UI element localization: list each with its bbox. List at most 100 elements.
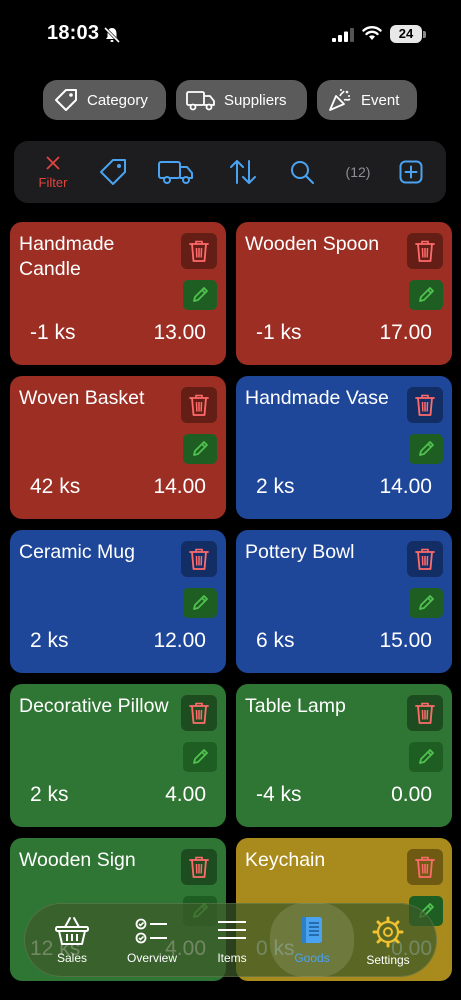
item-quantity: 2 ks xyxy=(256,475,295,498)
item-price: 17.00 xyxy=(379,321,432,344)
item-name: Handmade Vase xyxy=(245,387,389,409)
wifi-icon xyxy=(362,26,382,40)
delete-item-button[interactable] xyxy=(407,541,443,577)
delete-item-button[interactable] xyxy=(181,387,217,423)
list-icon xyxy=(218,921,246,939)
filter-chips: Category Suppliers Event xyxy=(0,80,461,122)
item-name: Table Lamp xyxy=(245,695,346,717)
item-quantity: -4 ks xyxy=(256,783,302,806)
pencil-icon xyxy=(193,749,208,764)
add-item-button[interactable] xyxy=(398,141,424,203)
search-button[interactable] xyxy=(288,141,316,203)
tab-settings-label: Settings xyxy=(366,953,410,967)
item-card[interactable]: Ceramic Mug 2 ks 12.00 xyxy=(10,530,226,673)
filter-button[interactable]: Filter xyxy=(36,141,70,203)
edit-item-button[interactable] xyxy=(183,280,217,310)
search-icon xyxy=(291,161,314,184)
pencil-icon xyxy=(419,749,434,764)
edit-item-button[interactable] xyxy=(409,742,443,772)
delete-item-button[interactable] xyxy=(407,233,443,269)
item-name: Wooden Sign xyxy=(19,849,136,871)
sort-button[interactable] xyxy=(227,141,259,203)
edit-item-button[interactable] xyxy=(409,280,443,310)
trash-icon xyxy=(415,548,435,570)
event-chip[interactable]: Event xyxy=(317,80,417,120)
item-name: Pottery Bowl xyxy=(245,541,355,563)
item-quantity: -1 ks xyxy=(256,321,302,344)
delete-item-button[interactable] xyxy=(407,849,443,885)
supplier-filter-button[interactable] xyxy=(157,141,195,203)
category-chip[interactable]: Category xyxy=(43,80,166,120)
edit-item-button[interactable] xyxy=(183,742,217,772)
edit-item-button[interactable] xyxy=(409,434,443,464)
basket-icon xyxy=(55,917,89,945)
item-quantity: 2 ks xyxy=(30,629,69,652)
tag-icon xyxy=(55,89,77,111)
pencil-icon xyxy=(419,287,434,302)
edit-item-button[interactable] xyxy=(183,434,217,464)
goods-toolbar: Filter (12) xyxy=(14,141,446,203)
tab-sales[interactable]: Sales xyxy=(32,903,112,977)
tab-overview-label: Overview xyxy=(126,951,177,965)
trash-icon xyxy=(189,394,209,416)
edit-item-button[interactable] xyxy=(409,588,443,618)
battery-level: 24 xyxy=(390,25,422,43)
category-chip-label: Category xyxy=(87,91,148,109)
delete-item-button[interactable] xyxy=(181,541,217,577)
trash-icon xyxy=(415,702,435,724)
item-count: (12) xyxy=(345,164,371,180)
tab-items[interactable]: Items xyxy=(192,903,272,977)
item-card[interactable]: Handmade Candle -1 ks 13.00 xyxy=(10,222,226,365)
tab-overview[interactable]: Overview xyxy=(112,903,192,977)
item-price: 14.00 xyxy=(379,475,432,498)
item-card[interactable]: Decorative Pillow 2 ks 4.00 xyxy=(10,684,226,827)
item-price: 12.00 xyxy=(153,629,206,652)
battery-nub xyxy=(423,31,426,38)
item-price: 14.00 xyxy=(153,475,206,498)
item-name: Woven Basket xyxy=(19,387,145,409)
item-quantity: 2 ks xyxy=(30,783,69,806)
item-card[interactable]: Wooden Spoon -1 ks 17.00 xyxy=(236,222,452,365)
item-name: Handmade Candle xyxy=(19,233,115,280)
item-name: Keychain xyxy=(245,849,326,871)
delete-item-button[interactable] xyxy=(181,849,217,885)
item-name: Wooden Spoon xyxy=(245,233,380,255)
tag-icon xyxy=(100,159,126,185)
tab-items-label: Items xyxy=(217,951,247,965)
pencil-icon xyxy=(193,595,208,610)
trash-icon xyxy=(189,702,209,724)
item-card[interactable]: Pottery Bowl 6 ks 15.00 xyxy=(236,530,452,673)
trash-icon xyxy=(415,856,435,878)
category-filter-button[interactable] xyxy=(98,141,128,203)
item-price: 15.00 xyxy=(379,629,432,652)
delete-item-button[interactable] xyxy=(407,695,443,731)
item-card[interactable]: Handmade Vase 2 ks 14.00 xyxy=(236,376,452,519)
pencil-icon xyxy=(419,441,434,456)
status-bar: 18:03 24 xyxy=(0,0,461,68)
pencil-icon xyxy=(193,287,208,302)
item-price: 0.00 xyxy=(391,783,432,806)
trash-icon xyxy=(415,394,435,416)
cellular-signal-icon xyxy=(332,28,354,42)
edit-item-button[interactable] xyxy=(183,588,217,618)
pencil-icon xyxy=(193,441,208,456)
item-name: Ceramic Mug xyxy=(19,541,135,563)
delete-item-button[interactable] xyxy=(181,233,217,269)
item-price: 4.00 xyxy=(165,783,206,806)
book-icon xyxy=(302,917,322,943)
trash-icon xyxy=(189,856,209,878)
tab-sales-label: Sales xyxy=(56,951,88,965)
trash-icon xyxy=(189,240,209,262)
suppliers-chip[interactable]: Suppliers xyxy=(176,80,307,120)
gear-icon xyxy=(372,916,404,948)
delete-item-button[interactable] xyxy=(181,695,217,731)
pencil-icon xyxy=(419,595,434,610)
item-card[interactable]: Woven Basket 42 ks 14.00 xyxy=(10,376,226,519)
delete-item-button[interactable] xyxy=(407,387,443,423)
tab-settings[interactable]: Settings xyxy=(348,903,428,977)
tab-goods[interactable]: Goods xyxy=(270,903,354,977)
item-card[interactable]: Table Lamp -4 ks 0.00 xyxy=(236,684,452,827)
tab-bar: Sales Overview Items Goods Settings xyxy=(24,903,437,977)
plus-square-icon xyxy=(399,160,423,184)
truck-icon xyxy=(186,91,215,111)
